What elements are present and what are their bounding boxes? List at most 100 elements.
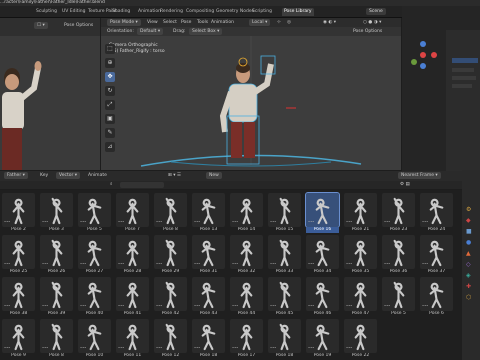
workspace-tab[interactable]: Pose Library bbox=[282, 8, 314, 16]
pose-asset-card[interactable]: ••• Pose 38 bbox=[2, 277, 35, 319]
mode-selector[interactable]: Pose Mode ▾ bbox=[107, 19, 141, 26]
pose-asset-card[interactable]: ••• Pose 44 bbox=[230, 277, 263, 319]
pose-thumbnail: ••• bbox=[344, 193, 377, 227]
mode-vector-selector[interactable]: Vector ▾ bbox=[56, 172, 81, 179]
pose-asset-card[interactable]: ••• Pose 14 bbox=[230, 193, 263, 235]
pose-asset-card[interactable]: ••• Pose 45 bbox=[268, 277, 301, 319]
drag-selector[interactable]: Select Box ▾ bbox=[189, 28, 223, 35]
nearest-frame-selector[interactable]: Nearest Frame ▾ bbox=[398, 172, 441, 179]
properties-icons[interactable]: ⚙ ◆ ■ ● ▲ ◇ ◈ ✚ ⬡ bbox=[466, 204, 472, 303]
left-select-box-button[interactable]: ☐ ▾ bbox=[34, 22, 48, 29]
viewport-menu-item[interactable]: Tools bbox=[197, 19, 208, 26]
pose-asset-card[interactable]: ••• Pose 9 bbox=[2, 319, 35, 360]
workspace-tab[interactable]: Scripting bbox=[252, 8, 272, 16]
pose-asset-card[interactable]: ••• Pose 23 bbox=[382, 193, 415, 235]
pose-asset-card[interactable]: ••• Pose 18 bbox=[192, 319, 225, 360]
asset-library-selector[interactable]: Father ▾ bbox=[4, 172, 28, 179]
pose-asset-card[interactable]: ••• Pose 7 bbox=[116, 193, 149, 235]
pose-asset-card[interactable]: ••• Pose 8 bbox=[40, 319, 73, 360]
pose-asset-card[interactable]: ••• Pose 6 bbox=[420, 277, 453, 319]
new-action-button[interactable]: New bbox=[206, 172, 222, 179]
pose-thumbnail: ••• bbox=[306, 319, 339, 353]
pose-asset-card[interactable]: ••• Pose 18 bbox=[268, 319, 301, 360]
pose-label: Pose 5 bbox=[391, 311, 406, 316]
left-pose-options[interactable]: Pose Options bbox=[64, 22, 93, 29]
pose-asset-card[interactable]: ••• Pose 10 bbox=[78, 319, 111, 360]
pose-asset-card[interactable]: ••• Pose 46 bbox=[306, 277, 339, 319]
pose-asset-card[interactable]: ••• Pose 34 bbox=[306, 235, 339, 277]
pose-asset-card[interactable]: ••• Pose 15 bbox=[268, 193, 301, 235]
viewport-menu-item[interactable]: View bbox=[147, 19, 158, 26]
workspace-tab[interactable]: Sculpting bbox=[36, 8, 57, 16]
proportional-edit-icon[interactable]: ◎ bbox=[287, 19, 291, 26]
workspace-tab[interactable]: Animation bbox=[138, 8, 161, 16]
pose-asset-card[interactable]: ••• Pose 47 bbox=[344, 277, 377, 319]
pose-label: Pose 7 bbox=[125, 227, 140, 232]
viewport-menu-item[interactable]: Animation bbox=[211, 19, 234, 26]
left-preview-viewport[interactable]: ☐ ▾ Pose Options bbox=[0, 18, 100, 170]
pose-asset-card[interactable]: ••• Pose 13 bbox=[192, 193, 225, 235]
overlay-toggles[interactable]: ◉ ◐ ▾ bbox=[323, 19, 336, 26]
snap-icon[interactable]: ⊹ bbox=[277, 19, 281, 26]
pose-asset-card[interactable]: ••• Pose 43 bbox=[192, 277, 225, 319]
pose-label: Pose 46 bbox=[313, 311, 332, 316]
outliner-row[interactable] bbox=[452, 76, 476, 80]
shading-modes[interactable]: ○ ● ◑ ▾ bbox=[363, 19, 381, 26]
pose-asset-card[interactable]: ••• Pose 22 bbox=[344, 319, 377, 360]
viewport-menu-item[interactable]: Select bbox=[163, 19, 177, 26]
pose-asset-card[interactable]: ••• Pose 26 bbox=[40, 235, 73, 277]
pose-asset-card[interactable]: ••• Pose 5 bbox=[78, 193, 111, 235]
pose-asset-card[interactable]: ••• Pose 24 bbox=[420, 193, 453, 235]
pose-asset-card[interactable]: ••• Pose 8 bbox=[154, 193, 187, 235]
pose-asset-card[interactable]: ••• Pose 11 bbox=[116, 319, 149, 360]
pose-asset-card[interactable]: ••• Pose 41 bbox=[116, 277, 149, 319]
pose-asset-card[interactable]: ••• Pose 25 bbox=[2, 235, 35, 277]
workspace-tab[interactable]: Rendering bbox=[160, 8, 183, 16]
pose-asset-card[interactable]: ••• Pose 17 bbox=[230, 319, 263, 360]
workspace-tab[interactable]: Compositing bbox=[186, 8, 214, 16]
pose-asset-card[interactable]: ••• Pose 19 bbox=[306, 319, 339, 360]
pose-asset-card[interactable]: ••• Pose 28 bbox=[116, 235, 149, 277]
scene-selector[interactable]: Scene bbox=[366, 8, 386, 15]
viewport-menu-item[interactable]: Pose bbox=[181, 19, 191, 26]
pose-asset-card[interactable]: ••• Pose 40 bbox=[78, 277, 111, 319]
pose-asset-card[interactable]: ••• Pose 5 bbox=[382, 277, 415, 319]
pose-asset-card[interactable]: ••• Pose 42 bbox=[154, 277, 187, 319]
pose-asset-card[interactable]: ••• Pose 3 bbox=[40, 193, 73, 235]
pose-asset-card[interactable]: ••• Pose 27 bbox=[78, 235, 111, 277]
pose-asset-card[interactable]: ••• Pose 32 bbox=[230, 235, 263, 277]
transform-orientation-selector[interactable]: Local ▾ bbox=[249, 19, 271, 26]
outliner-row[interactable] bbox=[452, 68, 474, 72]
search-input[interactable] bbox=[120, 182, 164, 188]
workspace-tab[interactable]: UV Editing bbox=[62, 8, 85, 16]
pose-asset-card[interactable]: ••• Pose 33 bbox=[268, 235, 301, 277]
pose-label: Pose 15 bbox=[275, 227, 294, 232]
search-icon[interactable]: ⌕ bbox=[110, 181, 113, 188]
pose-thumbnail: ••• bbox=[116, 235, 149, 269]
viewport-pose-options[interactable]: Pose Options bbox=[353, 28, 382, 35]
pose-asset-card[interactable]: ••• Pose 36 bbox=[382, 235, 415, 277]
orientation-selector[interactable]: Default ▾ bbox=[137, 28, 164, 35]
outliner-row[interactable] bbox=[452, 84, 472, 88]
outliner-selected-row[interactable] bbox=[452, 58, 478, 63]
pose-asset-card[interactable]: ••• Pose 39 bbox=[40, 277, 73, 319]
pose-asset-card[interactable]: ••• Pose 37 bbox=[420, 235, 453, 277]
pose-asset-card[interactable]: ••• Pose 21 bbox=[344, 193, 377, 235]
pose-label: Pose 35 bbox=[351, 269, 370, 274]
pose-label: Pose 13 bbox=[199, 227, 218, 232]
filter-icons[interactable]: ⊞ ▾ ☰ bbox=[168, 172, 181, 179]
pose-thumbnail: ••• bbox=[116, 277, 149, 311]
outliner-panel[interactable] bbox=[402, 6, 480, 176]
pose-asset-card[interactable]: ••• Pose 31 bbox=[192, 235, 225, 277]
pose-asset-card[interactable]: ••• Pose 2 bbox=[2, 193, 35, 235]
pose-asset-card[interactable]: ••• Pose 12 bbox=[154, 319, 187, 360]
pose-asset-card[interactable]: ••• Pose 16 bbox=[305, 192, 340, 235]
display-settings-icon[interactable]: ⚙ ▤ bbox=[400, 181, 410, 188]
pose-asset-card[interactable]: ••• Pose 29 bbox=[154, 235, 187, 277]
workspace-tab[interactable]: Geometry Nodes bbox=[216, 8, 254, 16]
pose-asset-card[interactable]: ••• Pose 35 bbox=[344, 235, 377, 277]
main-3d-viewport[interactable]: Pose Mode ▾ View Select Pose Tools Animation… bbox=[101, 18, 401, 170]
pose-thumbnail: ••• bbox=[192, 193, 225, 227]
navigation-gizmo[interactable] bbox=[408, 40, 438, 70]
workspace-tab[interactable]: Shading bbox=[112, 8, 130, 16]
